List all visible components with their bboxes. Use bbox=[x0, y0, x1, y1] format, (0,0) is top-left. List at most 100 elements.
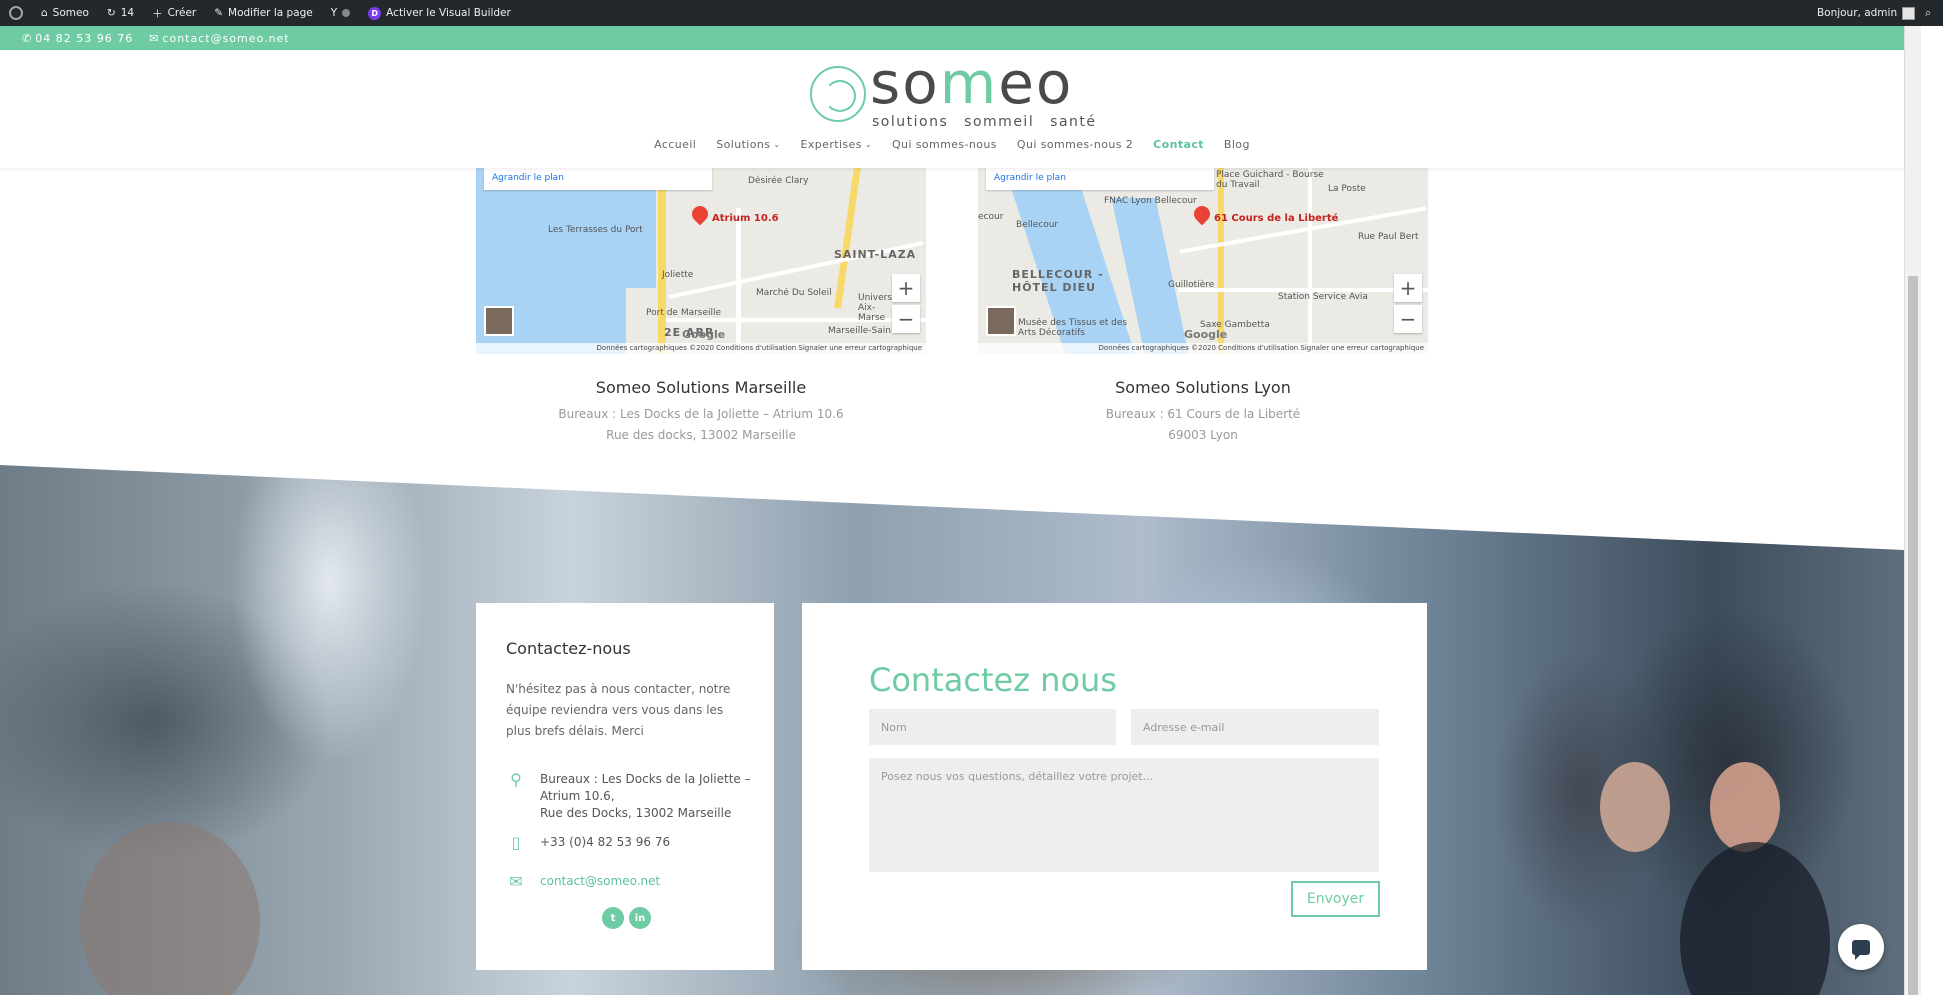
map-pin-icon[interactable] bbox=[1190, 202, 1214, 226]
map-place-label: Rue Paul Bert bbox=[1358, 232, 1419, 242]
map-place-label: BELLECOUR - HÔTEL DIEU bbox=[1012, 268, 1104, 294]
page-scrollbar[interactable] bbox=[1904, 26, 1921, 995]
envelope-icon: ✉ bbox=[149, 31, 160, 45]
wordpress-logo-menu[interactable] bbox=[0, 0, 32, 26]
chat-launcher-button[interactable] bbox=[1838, 924, 1884, 970]
map-place-label: Place Guichard - Bourse du Travail bbox=[1216, 170, 1324, 190]
message-textarea[interactable]: Posez nous vos questions, détaillez votr… bbox=[869, 758, 1379, 872]
map-road bbox=[834, 168, 861, 308]
contact-form-card: Contactez nous Nom Adresse e-mail Posez … bbox=[802, 603, 1427, 970]
chat-bubble-icon bbox=[1852, 939, 1870, 960]
chevron-down-icon: ⌄ bbox=[773, 140, 781, 149]
office-address-line: Bureaux : 61 Cours de la Liberté bbox=[1105, 407, 1301, 421]
seo-status-dot bbox=[342, 9, 351, 17]
search-icon[interactable]: ⌕ bbox=[1925, 7, 1931, 20]
wordpress-icon bbox=[9, 6, 23, 20]
main-navigation: Accueil Solutions ⌄ Expertises ⌄ Qui somme… bbox=[0, 138, 1904, 151]
office-address-line: Bureaux : Les Docks de la Joliette – Atr… bbox=[558, 407, 844, 421]
nav-item-blog[interactable]: Blog bbox=[1224, 138, 1250, 151]
chevron-down-icon: ⌄ bbox=[864, 140, 872, 149]
contact-form-title: Contactez nous bbox=[869, 661, 1117, 699]
site-header: someo solutions sommeil santé Accueil So… bbox=[0, 50, 1904, 168]
name-input[interactable]: Nom bbox=[869, 709, 1116, 745]
map-place-label: SAINT-LAZA bbox=[834, 248, 917, 261]
zoom-out-button[interactable]: − bbox=[1394, 305, 1422, 333]
background-person bbox=[1600, 762, 1670, 852]
new-content-menu[interactable]: ＋ Créer bbox=[143, 0, 205, 26]
contact-info-card: Contactez-nous N'hésitez pas à nous cont… bbox=[476, 603, 774, 970]
nav-item-qui-sommes-nous[interactable]: Qui sommes-nous bbox=[892, 138, 997, 151]
map-pin-label: Atrium 10.6 bbox=[712, 213, 779, 224]
map-attribution: Données cartographiques ©2020 Conditions… bbox=[978, 343, 1428, 354]
contact-info-title: Contactez-nous bbox=[506, 639, 631, 658]
google-logo: Google bbox=[682, 328, 726, 341]
map-place-label: Bellecour bbox=[1016, 220, 1059, 230]
map-place-label: FNAC Lyon Bellecour bbox=[1104, 196, 1197, 206]
map-pin-icon[interactable] bbox=[688, 202, 712, 226]
satellite-toggle[interactable] bbox=[986, 306, 1016, 336]
site-logo[interactable]: someo solutions sommeil santé bbox=[810, 54, 1100, 132]
nav-item-solutions[interactable]: Solutions ⌄ bbox=[716, 138, 780, 151]
logo-wordmark: someo bbox=[870, 49, 1074, 117]
map-pin-label: 61 Cours de la Liberté bbox=[1214, 213, 1339, 224]
nav-item-expertises[interactable]: Expertises ⌄ bbox=[801, 138, 872, 151]
admin-bar: ⌂ Someo ↻ 14 ＋ Créer ✎ Modifier la page Y DA… bbox=[0, 0, 1943, 26]
office-address-line: 69003 Lyon bbox=[1168, 428, 1238, 442]
map-road bbox=[736, 208, 741, 354]
google-logo: Google bbox=[1184, 328, 1228, 341]
map-place-label: ecour bbox=[978, 212, 1004, 222]
dashboard-icon: ⌂ bbox=[41, 7, 48, 19]
email-link[interactable]: contact@someo.net bbox=[540, 873, 660, 890]
address-text: Bureaux : Les Docks de la Joliette – Atr… bbox=[540, 772, 751, 820]
map-place-label: Désirée Clary bbox=[748, 176, 809, 186]
plus-icon: ＋ bbox=[152, 7, 163, 20]
email-input[interactable]: Adresse e-mail bbox=[1131, 709, 1379, 745]
satellite-toggle[interactable] bbox=[484, 306, 514, 336]
map-attribution: Données cartographiques ©2020 Conditions… bbox=[476, 343, 926, 354]
send-button[interactable]: Envoyer bbox=[1291, 881, 1380, 917]
zoom-in-button[interactable]: + bbox=[892, 274, 920, 302]
yoast-menu[interactable]: Y bbox=[322, 0, 359, 26]
map-place-label: Musée des Tissus et des Arts Décoratifs bbox=[1018, 318, 1128, 338]
map-place-label: Joliette bbox=[662, 270, 694, 280]
zoom-out-button[interactable]: − bbox=[892, 305, 920, 333]
map-place-label: Port de Marseille bbox=[646, 308, 722, 318]
phone-row: ▯ +33 (0)4 82 53 96 76 bbox=[506, 833, 671, 852]
twitter-icon[interactable]: t bbox=[602, 907, 624, 929]
map-place-label: Guillotière bbox=[1168, 280, 1215, 290]
phone-text: +33 (0)4 82 53 96 76 bbox=[540, 835, 671, 849]
account-menu[interactable]: Bonjour, admin bbox=[1817, 6, 1916, 20]
email-row: ✉ contact@someo.net bbox=[506, 873, 660, 890]
map-place-label: Marseille-Sain bbox=[828, 326, 891, 336]
scrollbar-thumb[interactable] bbox=[1908, 276, 1918, 995]
map-road bbox=[1308, 168, 1312, 354]
map-lyon[interactable]: Agrandir le plan FNAC Lyon Bellecour Pla… bbox=[978, 168, 1428, 354]
site-name-menu[interactable]: ⌂ Someo bbox=[32, 0, 98, 26]
side-panel-edge bbox=[1921, 26, 1943, 995]
nav-item-contact[interactable]: Contact bbox=[1153, 138, 1204, 151]
social-links: t in bbox=[602, 907, 651, 929]
phone-icon: ✆ bbox=[22, 31, 33, 45]
updates-menu[interactable]: ↻ 14 bbox=[98, 0, 143, 26]
office-title-marseille: Someo Solutions Marseille bbox=[595, 378, 807, 397]
map-marseille[interactable]: Agrandir le plan Désirée Clary Les Terra… bbox=[476, 168, 926, 354]
zoom-in-button[interactable]: + bbox=[1394, 274, 1422, 302]
visual-builder-link[interactable]: D Activer le Visual Builder bbox=[359, 0, 520, 26]
nav-item-qui-sommes-nous-2[interactable]: Qui sommes-nous 2 bbox=[1017, 138, 1133, 151]
mobile-phone-icon: ▯ bbox=[511, 833, 521, 852]
enlarge-map-link[interactable]: Agrandir le plan bbox=[484, 168, 712, 190]
topbar-email[interactable]: ✉ contact@someo.net bbox=[149, 32, 289, 45]
refresh-icon: ↻ bbox=[106, 7, 116, 19]
diagonal-divider bbox=[0, 462, 1904, 550]
enlarge-map-link[interactable]: Agrandir le plan bbox=[986, 168, 1214, 190]
background-person bbox=[1680, 842, 1830, 995]
logo-tagline: solutions sommeil santé bbox=[872, 114, 1097, 130]
linkedin-icon[interactable]: in bbox=[629, 907, 651, 929]
edit-page-link[interactable]: ✎ Modifier la page bbox=[205, 0, 322, 26]
pencil-icon: ✎ bbox=[214, 7, 224, 19]
yoast-icon: Y bbox=[330, 7, 338, 19]
office-address-line: Rue des docks, 13002 Marseille bbox=[606, 428, 796, 442]
topbar-phone[interactable]: ✆ 04 82 53 96 76 bbox=[22, 32, 133, 45]
nav-item-accueil[interactable]: Accueil bbox=[654, 138, 696, 151]
background-person bbox=[80, 822, 260, 995]
